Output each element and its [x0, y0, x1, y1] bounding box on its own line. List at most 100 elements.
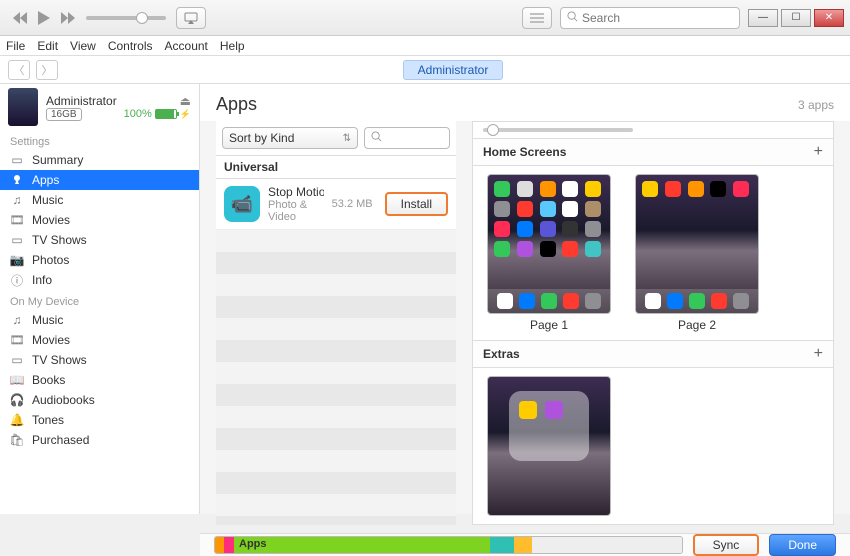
- volume-slider[interactable]: [86, 16, 166, 20]
- minimize-button[interactable]: —: [748, 9, 778, 27]
- sort-dropdown[interactable]: Sort by Kind ⇅: [222, 127, 358, 149]
- maximize-button[interactable]: ☐: [781, 9, 811, 27]
- sidebar-item-label: Tones: [32, 413, 64, 427]
- ipad-icon: ▭: [10, 153, 24, 167]
- bottom-bar: Apps Sync Done: [200, 533, 850, 556]
- sidebar-item-music-device[interactable]: ♫Music: [0, 310, 199, 330]
- app-category: Photo & Video: [268, 199, 324, 223]
- extras-heading: Extras +: [473, 340, 833, 368]
- apps-title: Apps: [216, 94, 257, 115]
- next-track-button[interactable]: [58, 8, 78, 28]
- menu-account[interactable]: Account: [165, 39, 208, 53]
- storage-label: Apps: [239, 538, 267, 550]
- apps-list-panel: Sort by Kind ⇅ Universal 📹 Stop Motio...…: [216, 121, 456, 525]
- sidebar-item-label: Purchased: [32, 433, 89, 447]
- sidebar-item-photos[interactable]: 📷Photos: [0, 250, 199, 270]
- search-box[interactable]: [560, 7, 740, 29]
- app-size: 53.2 MB: [332, 198, 373, 210]
- prev-track-button[interactable]: [10, 8, 30, 28]
- apps-search-box[interactable]: [364, 127, 450, 149]
- sidebar-item-label: Movies: [32, 333, 70, 347]
- battery-indicator: 100% ⚡: [124, 108, 191, 120]
- sidebar-heading-ondevice: On My Device: [0, 290, 199, 310]
- storage-bar: Apps: [214, 536, 683, 554]
- home-screens-heading: Home Screens +: [473, 138, 833, 166]
- sidebar-item-label: Info: [32, 273, 52, 287]
- menu-help[interactable]: Help: [220, 39, 245, 53]
- info-icon: ⓘ: [10, 273, 24, 287]
- sidebar-item-label: TV Shows: [32, 233, 87, 247]
- list-view-button[interactable]: [522, 7, 552, 29]
- tab-row: 〈 〉 Administrator: [0, 56, 850, 84]
- sidebar-item-summary[interactable]: ▭ Summary: [0, 150, 199, 170]
- airplay-button[interactable]: [176, 7, 206, 29]
- sidebar-item-music[interactable]: ♫Music: [0, 190, 199, 210]
- menu-controls[interactable]: Controls: [108, 39, 153, 53]
- device-tab[interactable]: Administrator: [403, 60, 504, 80]
- done-button[interactable]: Done: [769, 534, 836, 556]
- menu-file[interactable]: File: [6, 39, 25, 53]
- apps-search-input[interactable]: [382, 131, 443, 145]
- sidebar-item-purchased[interactable]: 🛍 Purchased: [0, 430, 199, 450]
- sidebar-item-tvshows[interactable]: ▭TV Shows: [0, 230, 199, 250]
- eject-icon[interactable]: ⏏: [180, 94, 191, 108]
- sort-label: Sort by Kind: [229, 131, 294, 145]
- sidebar-item-label: Summary: [32, 153, 83, 167]
- sidebar-item-label: Books: [32, 373, 65, 387]
- menu-view[interactable]: View: [70, 39, 96, 53]
- search-icon: [371, 131, 382, 145]
- play-button[interactable]: [34, 8, 54, 28]
- sidebar-item-label: Movies: [32, 213, 70, 227]
- sidebar: Administrator ⏏ 16GB 100% ⚡ Settings ▭ Su…: [0, 84, 200, 514]
- sidebar-item-info[interactable]: ⓘ Info: [0, 270, 199, 290]
- music-icon: ♫: [10, 313, 24, 327]
- extras-folder[interactable]: [487, 376, 611, 516]
- apps-count: 3 apps: [798, 98, 834, 112]
- close-button[interactable]: ✕: [814, 9, 844, 27]
- sidebar-item-movies-device[interactable]: 🎞 Movies: [0, 330, 199, 350]
- sidebar-item-label: Photos: [32, 253, 69, 267]
- add-extras-button[interactable]: +: [814, 345, 823, 363]
- home-screen-page-1[interactable]: Page 1: [487, 174, 611, 332]
- device-header: Administrator ⏏ 16GB 100% ⚡: [0, 84, 199, 130]
- home-screens-panel: Home Screens +: [472, 121, 834, 525]
- tv-icon: ▭: [10, 353, 24, 367]
- movies-icon: 🎞: [10, 213, 24, 227]
- sidebar-item-apps[interactable]: Apps: [0, 170, 199, 190]
- playback-controls: [10, 8, 78, 28]
- install-button[interactable]: Install: [385, 192, 448, 216]
- sidebar-item-audiobooks[interactable]: 🎧 Audiobooks: [0, 390, 199, 410]
- home-screen-page-2[interactable]: Page 2: [635, 174, 759, 332]
- sync-button[interactable]: Sync: [693, 534, 760, 556]
- section-label: Home Screens: [483, 145, 566, 159]
- sidebar-item-label: Apps: [32, 173, 59, 187]
- nav-forward-button[interactable]: 〉: [36, 60, 58, 80]
- menu-edit[interactable]: Edit: [37, 39, 58, 53]
- books-icon: 📖: [10, 373, 24, 387]
- purchased-icon: 🛍: [10, 433, 24, 447]
- chevron-updown-icon: ⇅: [343, 133, 351, 144]
- sidebar-item-tvshows-device[interactable]: ▭ TV Shows: [0, 350, 199, 370]
- nav-back-button[interactable]: 〈: [8, 60, 30, 80]
- sidebar-item-movies[interactable]: 🎞 Movies: [0, 210, 199, 230]
- app-row[interactable]: 📹 Stop Motio... Photo & Video 53.2 MB In…: [216, 179, 456, 230]
- apps-header: Apps 3 apps: [200, 84, 850, 121]
- audiobooks-icon: 🎧: [10, 393, 24, 407]
- add-page-button[interactable]: +: [814, 143, 823, 161]
- movies-icon: 🎞: [10, 333, 24, 347]
- apps-list-empty: [216, 230, 456, 525]
- app-name: Stop Motio...: [268, 185, 324, 199]
- section-label: Extras: [483, 347, 520, 361]
- zoom-slider[interactable]: [473, 122, 833, 138]
- content-area: Apps 3 apps Sort by Kind ⇅ Universal: [200, 84, 850, 514]
- sidebar-item-tones[interactable]: 🔔 Tones: [0, 410, 199, 430]
- search-input[interactable]: [582, 11, 733, 25]
- tones-icon: 🔔: [10, 413, 24, 427]
- page-label: Page 2: [678, 318, 716, 332]
- sidebar-item-label: Audiobooks: [32, 393, 95, 407]
- sidebar-item-label: TV Shows: [32, 353, 87, 367]
- sidebar-heading-settings: Settings: [0, 130, 199, 150]
- search-icon: [567, 11, 578, 25]
- apps-section-universal: Universal: [216, 155, 456, 179]
- sidebar-item-books[interactable]: 📖 Books: [0, 370, 199, 390]
